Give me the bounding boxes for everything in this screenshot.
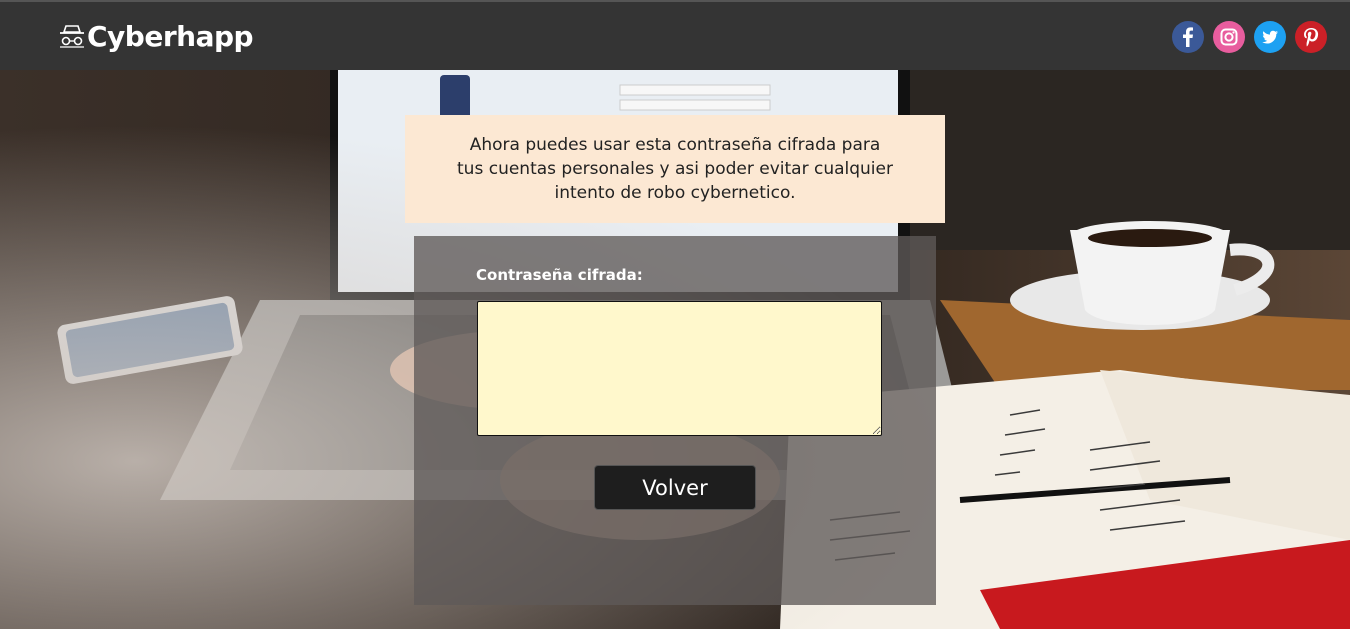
instagram-icon xyxy=(1220,28,1238,46)
brand-logo[interactable]: Cyberhapp xyxy=(58,16,254,56)
pinterest-link[interactable] xyxy=(1295,21,1327,53)
facebook-link[interactable] xyxy=(1172,21,1204,53)
twitter-link[interactable] xyxy=(1254,21,1286,53)
pinterest-icon xyxy=(1304,28,1319,47)
site-header: Cyberhapp xyxy=(0,0,1350,70)
incognito-icon xyxy=(60,25,84,48)
social-links xyxy=(1172,21,1327,53)
encrypted-password-label: Contraseña cifrada: xyxy=(476,266,643,284)
brand-name: Cyberhapp xyxy=(87,19,254,53)
notice-text: Ahora puedes usar esta contraseña cifrad… xyxy=(457,135,893,203)
encrypted-password-field[interactable] xyxy=(477,301,882,436)
instagram-link[interactable] xyxy=(1213,21,1245,53)
twitter-icon xyxy=(1262,30,1278,44)
back-button[interactable]: Volver xyxy=(594,465,756,510)
result-panel: Contraseña cifrada: Volver xyxy=(414,236,936,605)
facebook-icon xyxy=(1183,27,1193,47)
info-notice: Ahora puedes usar esta contraseña cifrad… xyxy=(405,115,945,223)
